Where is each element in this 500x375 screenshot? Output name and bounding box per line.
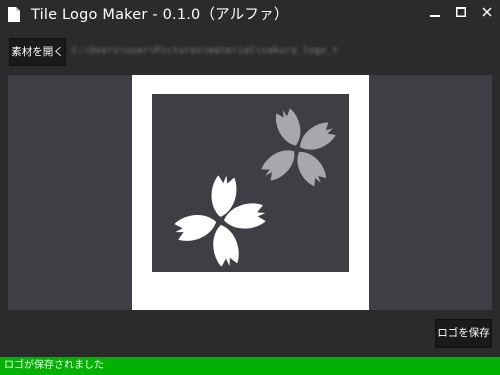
status-message: ロゴが保存されました [4, 360, 104, 371]
tile-background [152, 94, 349, 272]
title-bar: Tile Logo Maker - 0.1.0（アルファ） [0, 0, 500, 30]
status-bar: ロゴが保存されました [0, 357, 500, 375]
file-path-text: C:\Users\user\Pictures\material\sakura_l… [72, 46, 340, 56]
preview-area [8, 75, 492, 310]
document-icon [8, 7, 20, 22]
tile-preview [132, 75, 369, 310]
close-icon [482, 7, 492, 17]
minimize-icon [430, 15, 440, 17]
window-title: Tile Logo Maker - 0.1.0（アルファ） [31, 7, 289, 23]
close-button[interactable] [472, 0, 500, 24]
maximize-icon [456, 7, 466, 17]
save-logo-button[interactable]: ロゴを保存 [435, 319, 492, 348]
open-material-button[interactable]: 素材を開く [9, 38, 66, 66]
